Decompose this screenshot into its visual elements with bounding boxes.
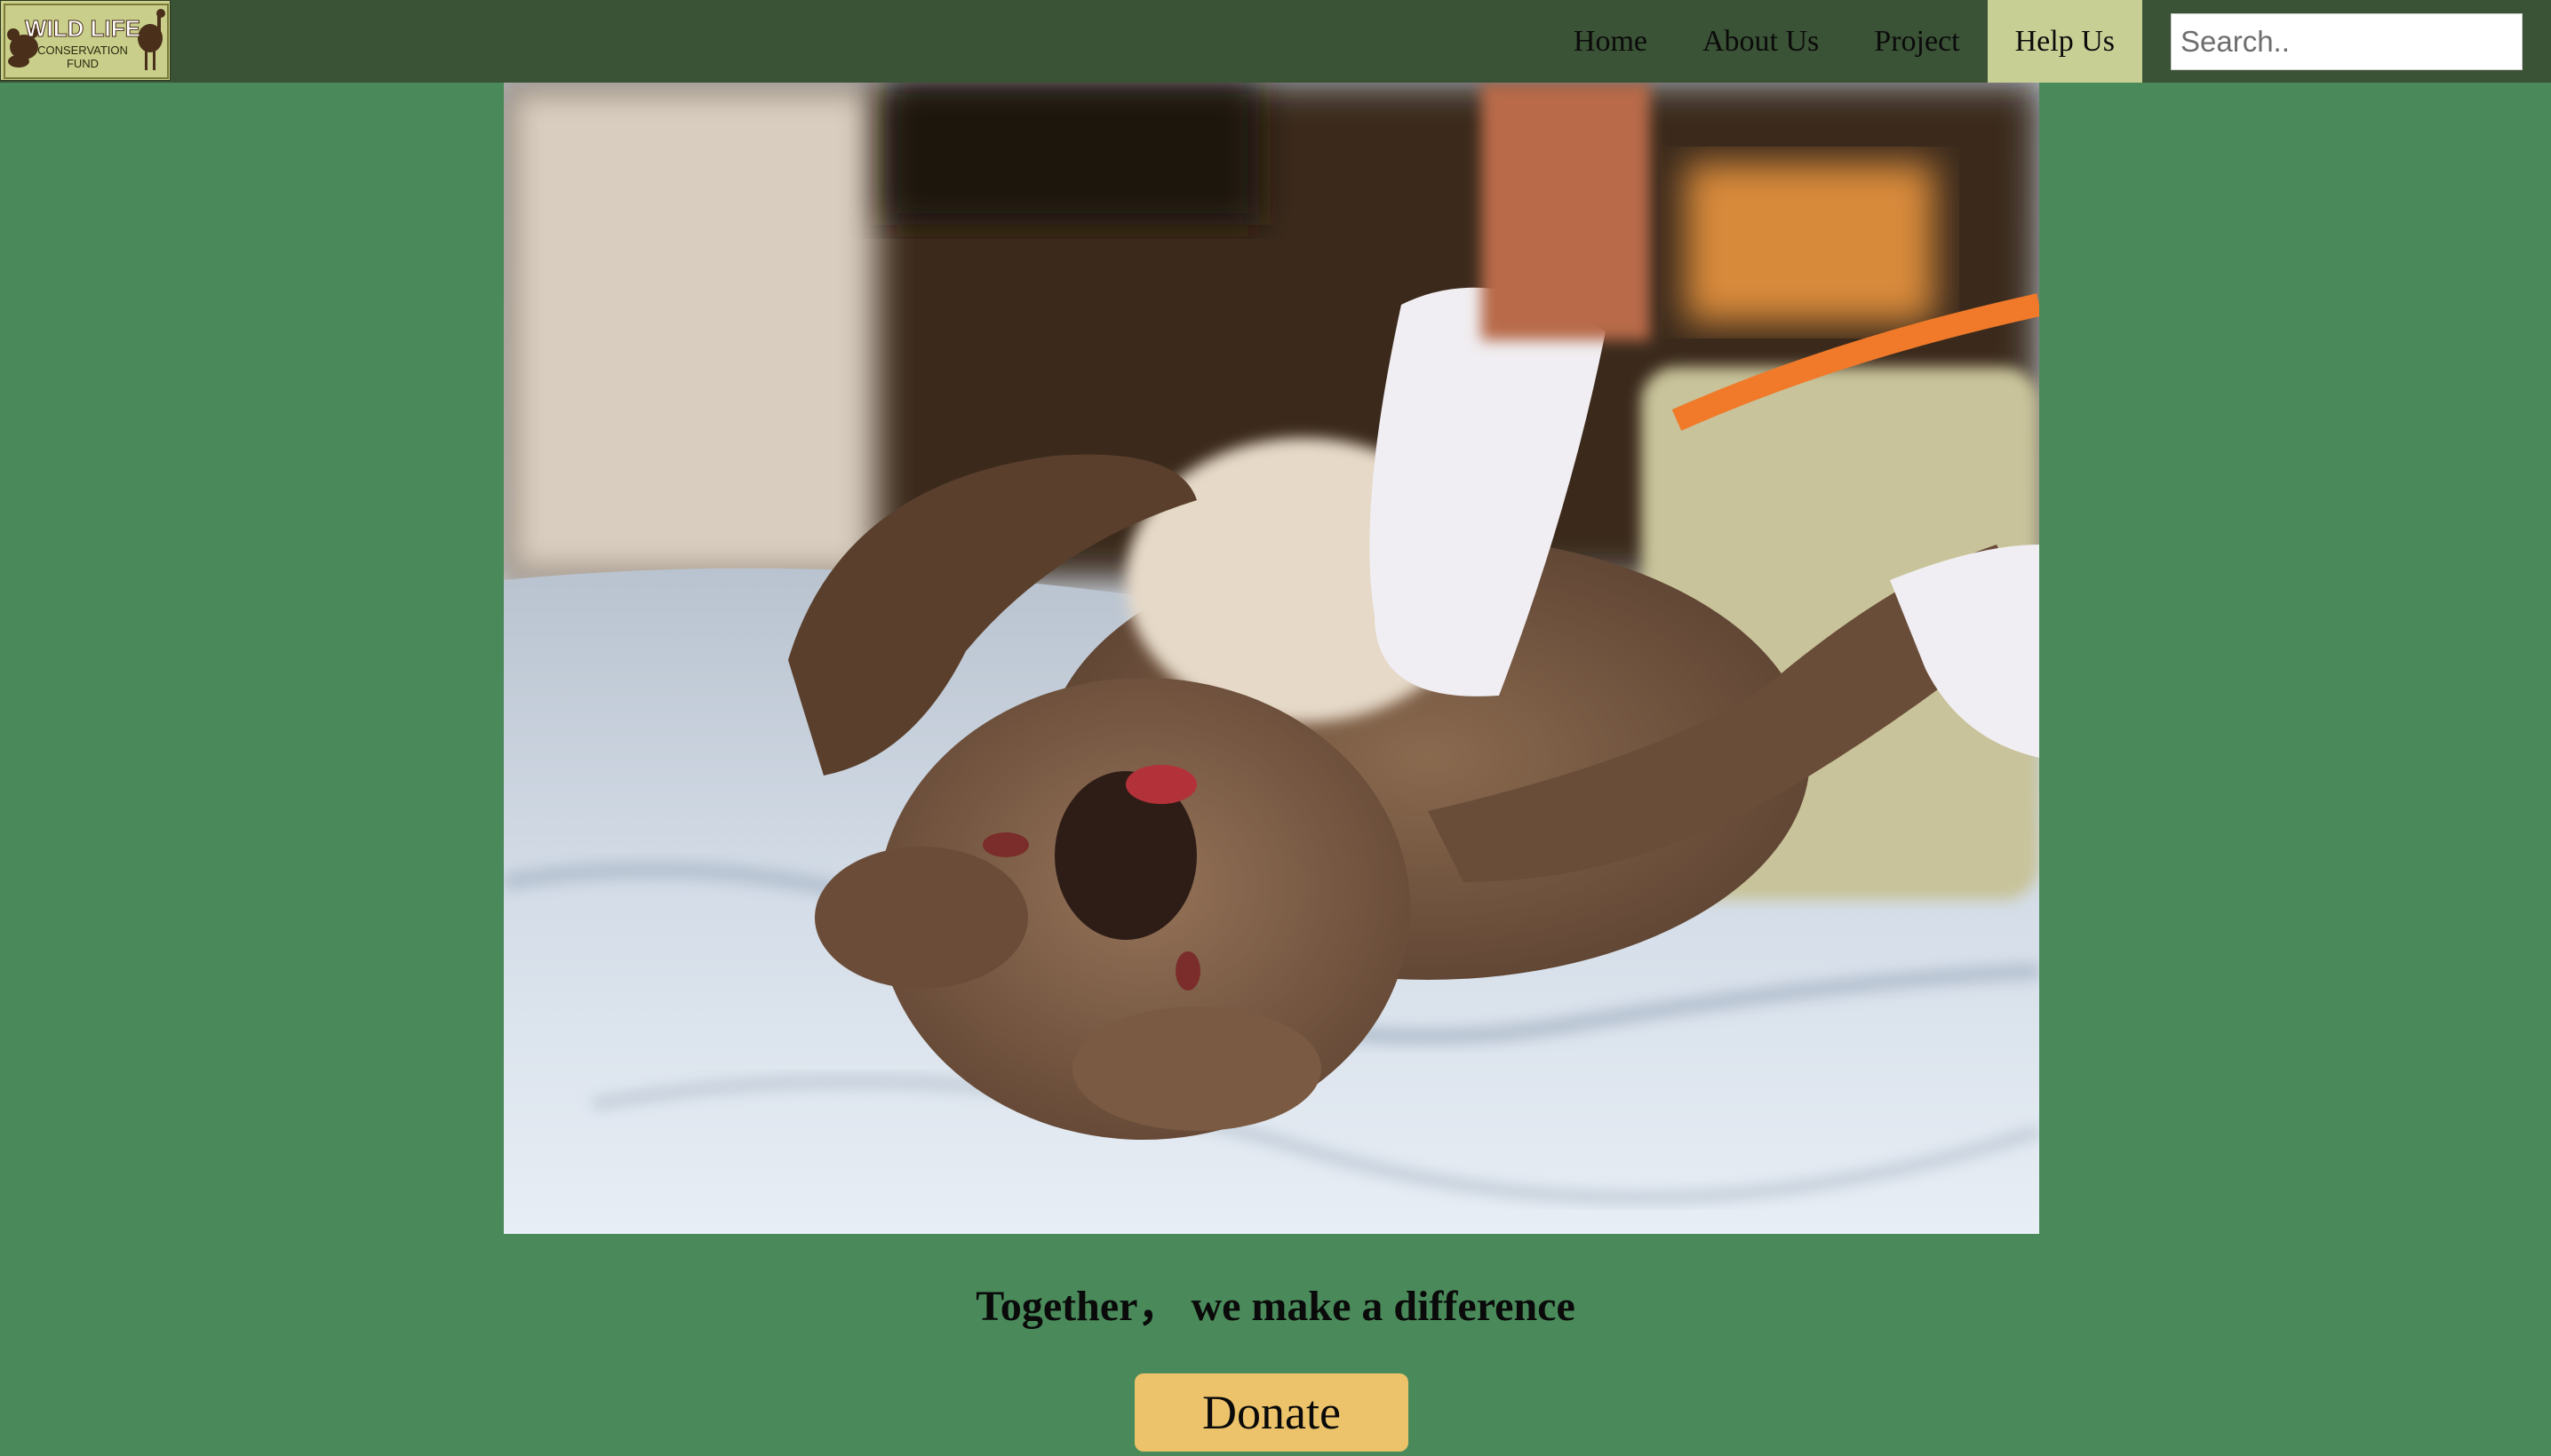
logo-text-line3: FUND	[67, 57, 99, 70]
nav-item-about-us[interactable]: About Us	[1675, 0, 1846, 83]
nav-item-help-us[interactable]: Help Us	[1987, 0, 2142, 83]
search-input[interactable]	[2171, 12, 2523, 70]
search-container	[2142, 0, 2551, 83]
logo-text-line2: CONSERVATION	[37, 44, 128, 57]
donate-button[interactable]: Donate	[1135, 1373, 1408, 1452]
tagline-heading: Together， we make a difference	[976, 1283, 1575, 1330]
nav-item-project[interactable]: Project	[1846, 0, 1987, 83]
hero-koala-image	[504, 83, 2039, 1234]
logo-text-line1: WILD LIFE	[25, 15, 140, 42]
main-nav: Home About Us Project Help Us	[1546, 0, 2551, 83]
nav-item-home[interactable]: Home	[1546, 0, 1675, 83]
top-navigation-bar: WILD LIFE CONSERVATION FUND Home About U…	[0, 0, 2551, 83]
wildlife-fund-logo[interactable]: WILD LIFE CONSERVATION FUND	[0, 0, 171, 81]
